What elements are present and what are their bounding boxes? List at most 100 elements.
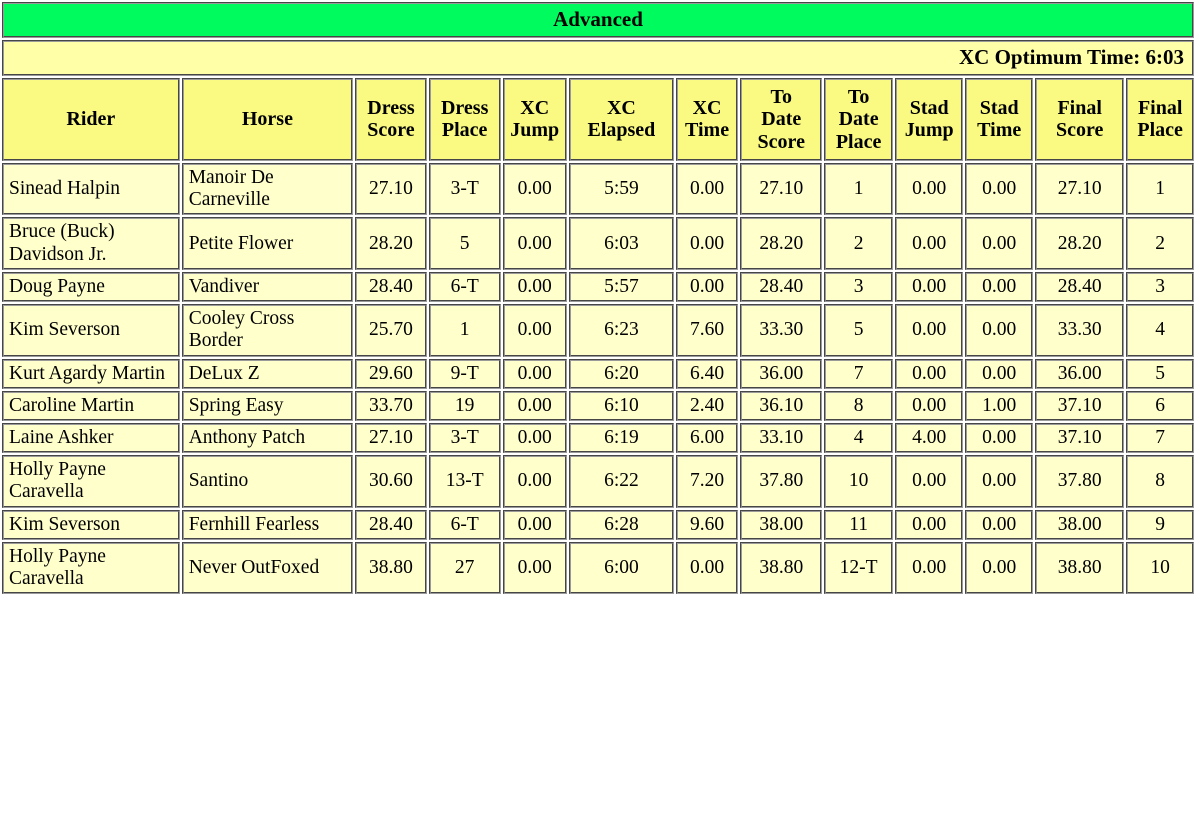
table-row: Holly Payne Caravella Never OutFoxed 38.80… bbox=[2, 541, 1194, 595]
table-row: Bruce (Buck) Davidson Jr. Petite Flower 28… bbox=[2, 217, 1194, 270]
stadium-time-penalties: 0.00 bbox=[965, 304, 1033, 357]
column-header-line: Final bbox=[1137, 97, 1183, 120]
to-date-score: 37.80 bbox=[740, 455, 823, 508]
to-date-place: 4 bbox=[824, 423, 893, 454]
to-date-score: 36.00 bbox=[740, 358, 823, 389]
stadium-time-penalties: 0.00 bbox=[965, 541, 1033, 595]
stadium-jump-penalties: 0.00 bbox=[894, 390, 964, 422]
column-header-line: Dress bbox=[367, 97, 415, 120]
to-date-score: 28.20 bbox=[740, 217, 823, 270]
results-table-body: Advanced XC Optimum Time: 6:03 Rider Hors… bbox=[2, 2, 1194, 595]
horse-name: Vandiver bbox=[181, 271, 354, 303]
column-header-line: Place bbox=[1137, 119, 1183, 142]
optimum-time-row: XC Optimum Time: 6:03 bbox=[2, 39, 1194, 76]
rider-name: Doug Payne bbox=[2, 271, 180, 303]
rider-name: Kim Severson bbox=[2, 509, 180, 540]
final-place: 4 bbox=[1126, 304, 1194, 357]
column-header-line: Stad bbox=[909, 97, 949, 120]
xc-jump-penalties: 0.00 bbox=[502, 390, 567, 422]
xc-jump-penalties: 0.00 bbox=[502, 304, 567, 357]
column-header-line: Horse bbox=[241, 108, 293, 131]
stadium-jump-penalties: 4.00 bbox=[894, 423, 964, 454]
final-score: 27.10 bbox=[1034, 163, 1125, 216]
to-date-place: 2 bbox=[824, 217, 893, 270]
column-header-line: Rider bbox=[66, 108, 116, 131]
final-score: 37.80 bbox=[1034, 455, 1125, 508]
column-header-line: Place bbox=[835, 130, 882, 153]
dressage-score: 30.60 bbox=[355, 455, 427, 508]
column-header-xc-elapsed: XC Elapsed bbox=[568, 77, 674, 162]
column-header-line: To bbox=[770, 85, 793, 108]
final-place: 1 bbox=[1126, 163, 1194, 216]
stadium-jump-penalties: 0.00 bbox=[894, 271, 964, 303]
column-header-final-score: Final Score bbox=[1034, 77, 1125, 162]
horse-name: Spring Easy bbox=[181, 390, 354, 422]
xc-jump-penalties: 0.00 bbox=[502, 455, 567, 508]
dressage-score: 25.70 bbox=[355, 304, 427, 357]
xc-time-penalties: 2.40 bbox=[675, 390, 739, 422]
to-date-score: 33.30 bbox=[740, 304, 823, 357]
stadium-jump-penalties: 0.00 bbox=[894, 358, 964, 389]
column-header-line: Elapsed bbox=[587, 119, 656, 142]
xc-elapsed-time: 6:22 bbox=[568, 455, 674, 508]
dressage-place: 6-T bbox=[428, 509, 501, 540]
final-score: 37.10 bbox=[1034, 390, 1125, 422]
column-header-line: To bbox=[847, 85, 870, 108]
dressage-place: 19 bbox=[428, 390, 501, 422]
column-header-line: Time bbox=[685, 119, 730, 142]
xc-jump-penalties: 0.00 bbox=[502, 358, 567, 389]
final-score: 36.00 bbox=[1034, 358, 1125, 389]
stadium-time-penalties: 0.00 bbox=[965, 358, 1033, 389]
xc-jump-penalties: 0.00 bbox=[502, 271, 567, 303]
rider-name: Sinead Halpin bbox=[2, 163, 180, 216]
final-place: 2 bbox=[1126, 217, 1194, 270]
stadium-time-penalties: 1.00 bbox=[965, 390, 1033, 422]
results-table: Advanced XC Optimum Time: 6:03 Rider Hors… bbox=[0, 0, 1196, 596]
to-date-place: 1 bbox=[824, 163, 893, 216]
xc-elapsed-time: 6:19 bbox=[568, 423, 674, 454]
xc-jump-penalties: 0.00 bbox=[502, 217, 567, 270]
xc-elapsed-time: 5:57 bbox=[568, 271, 674, 303]
stadium-time-penalties: 0.00 bbox=[965, 163, 1033, 216]
xc-elapsed-time: 6:20 bbox=[568, 358, 674, 389]
dressage-score: 29.60 bbox=[355, 358, 427, 389]
to-date-place: 11 bbox=[824, 509, 893, 540]
column-header-line: Date bbox=[761, 108, 802, 131]
table-row: Kim Severson Fernhill Fearless 28.40 6-T 0.0… bbox=[2, 509, 1194, 540]
table-row: Kim Severson Cooley Cross Border 25.70 1 0.0… bbox=[2, 304, 1194, 357]
horse-name: Manoir De Carneville bbox=[181, 163, 354, 216]
xc-time-penalties: 6.40 bbox=[675, 358, 739, 389]
table-row: Caroline Martin Spring Easy 33.70 19 0.00 6:1… bbox=[2, 390, 1194, 422]
rider-name: Laine Ashker bbox=[2, 423, 180, 454]
horse-name: Santino bbox=[181, 455, 354, 508]
stadium-jump-penalties: 0.00 bbox=[894, 217, 964, 270]
final-place: 3 bbox=[1126, 271, 1194, 303]
to-date-place: 8 bbox=[824, 390, 893, 422]
final-place: 8 bbox=[1126, 455, 1194, 508]
final-score: 38.00 bbox=[1034, 509, 1125, 540]
to-date-score: 36.10 bbox=[740, 390, 823, 422]
stadium-jump-penalties: 0.00 bbox=[894, 509, 964, 540]
xc-jump-penalties: 0.00 bbox=[502, 163, 567, 216]
dressage-score: 28.40 bbox=[355, 509, 427, 540]
division-title: Advanced bbox=[2, 2, 1194, 38]
xc-time-penalties: 7.20 bbox=[675, 455, 739, 508]
column-header-line: Score bbox=[757, 130, 805, 153]
table-row: Sinead Halpin Manoir De Carneville 27.10 3-… bbox=[2, 163, 1194, 216]
horse-name: Fernhill Fearless bbox=[181, 509, 354, 540]
column-header-line: Jump bbox=[510, 119, 560, 142]
stadium-jump-penalties: 0.00 bbox=[894, 304, 964, 357]
xc-jump-penalties: 0.00 bbox=[502, 509, 567, 540]
dressage-place: 5 bbox=[428, 217, 501, 270]
column-header-horse: Horse bbox=[181, 77, 354, 162]
table-row: Doug Payne Vandiver 28.40 6-T 0.00 5:57 0.00 28… bbox=[2, 271, 1194, 303]
final-place: 10 bbox=[1126, 541, 1194, 595]
dressage-place: 3-T bbox=[428, 423, 501, 454]
to-date-place: 12-T bbox=[824, 541, 893, 595]
xc-jump-penalties: 0.00 bbox=[502, 423, 567, 454]
xc-elapsed-time: 6:23 bbox=[568, 304, 674, 357]
column-header-line: Place bbox=[441, 119, 488, 142]
column-header-xc-jump: XC Jump bbox=[502, 77, 567, 162]
column-header-line: XC bbox=[692, 97, 722, 120]
horse-name: Anthony Patch bbox=[181, 423, 354, 454]
